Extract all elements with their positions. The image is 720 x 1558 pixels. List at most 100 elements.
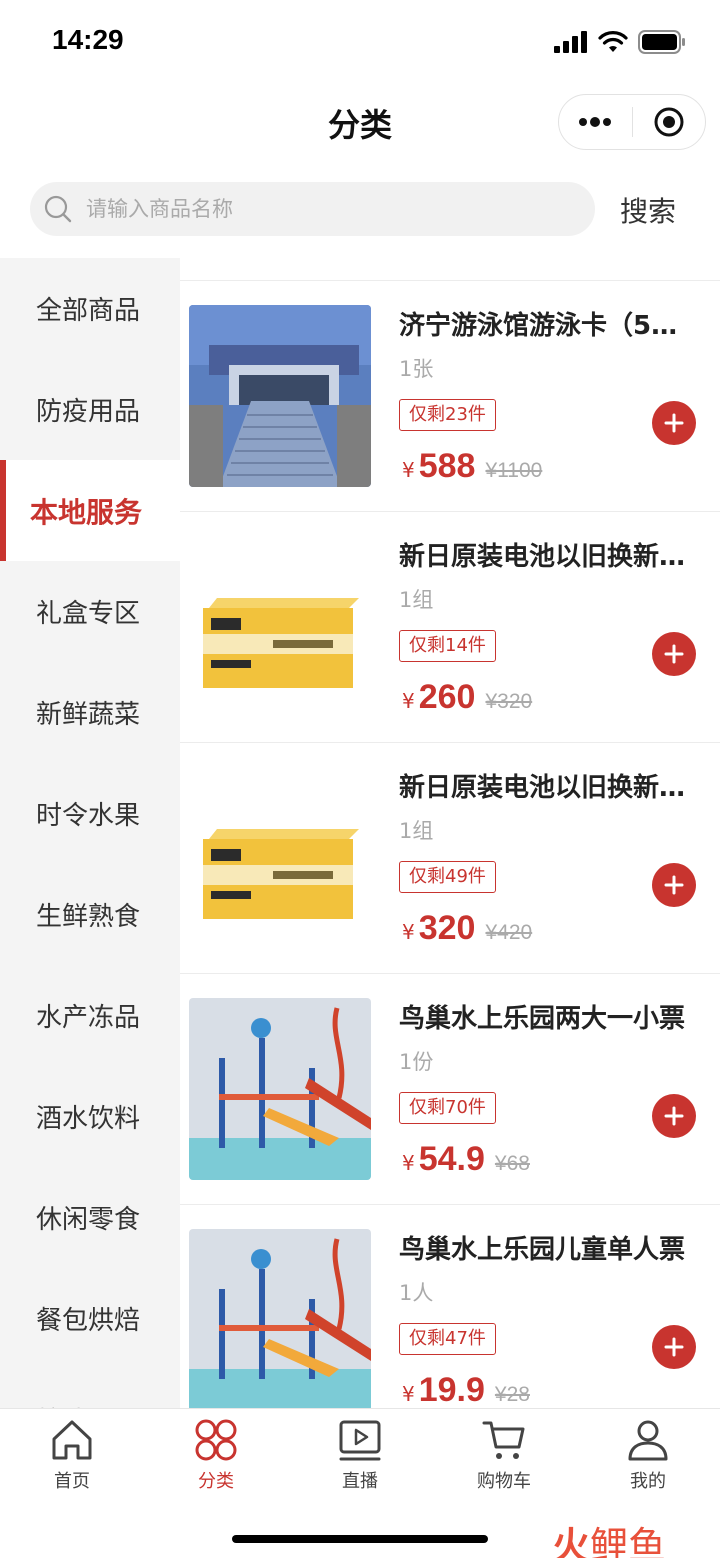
tab-home[interactable]: 首页 [0,1417,144,1507]
product-list: 济宁游泳馆游泳卡（5次卡） 1张 仅剩23件 ¥ 588 ¥1100 新日原装电… [180,280,720,1408]
original-price: ¥28 [494,1383,530,1406]
tab-label: 购物车 [477,1471,531,1492]
product-item[interactable]: 济宁游泳馆游泳卡（5次卡） 1张 仅剩23件 ¥ 588 ¥1100 [180,280,720,511]
product-unit: 1人 [399,1281,434,1305]
search-icon [44,195,72,223]
wifi-icon [598,31,628,52]
watermark-logo: 火 鲤鱼 [552,1515,666,1558]
stock-badge: 仅剩23件 [399,399,496,431]
currency-symbol: ¥ [402,1151,415,1175]
category-icon [195,1419,237,1461]
price-value: 320 [418,909,476,947]
product-image[interactable] [189,767,371,949]
sidebar-item-local-service[interactable]: 本地服务 [0,460,180,561]
product-price: ¥ 19.9 ¥28 [402,1371,530,1408]
plus-icon [664,1106,684,1126]
product-item[interactable]: 新日原装电池以旧换新服务 1组 仅剩49件 ¥ 320 ¥420 [180,742,720,973]
more-button[interactable] [559,94,632,150]
product-item[interactable]: 鸟巢水上乐园儿童单人票 1人 仅剩47件 ¥ 19.9 ¥28 [180,1204,720,1408]
product-name[interactable]: 新日原装电池以旧换新服务 [399,536,699,573]
signal-icon [554,31,587,53]
product-name[interactable]: 鸟巢水上乐园儿童单人票 [399,1229,699,1266]
product-name[interactable]: 济宁游泳馆游泳卡（5次卡） [399,305,699,342]
tab-mine[interactable]: 我的 [576,1417,720,1507]
add-to-cart-button[interactable] [652,632,696,676]
product-price: ¥ 260 ¥320 [402,678,532,717]
sidebar-item-drinks[interactable]: 酒水饮料 [0,1066,180,1167]
sidebar-item-fruits[interactable]: 时令水果 [0,763,180,864]
sidebar-item-gift-box[interactable]: 礼盒专区 [0,561,180,662]
cart-icon [482,1421,525,1459]
tab-label: 分类 [198,1471,234,1492]
watermark-part1: 火 [552,1523,591,1558]
product-image[interactable] [189,305,371,487]
stock-badge: 仅剩47件 [399,1323,496,1355]
product-image[interactable] [189,998,371,1180]
more-dots-icon [579,117,612,127]
search-box [30,182,595,236]
add-to-cart-button[interactable] [652,401,696,445]
currency-symbol: ¥ [402,689,415,713]
sidebar-item-oil-seasoning[interactable]: 粮油调味 [0,1369,180,1408]
battery-icon [638,30,685,54]
currency-symbol: ¥ [402,458,415,482]
product-name[interactable]: 新日原装电池以旧换新服务 [399,767,699,804]
sidebar-item-snacks[interactable]: 休闲零食 [0,1167,180,1268]
home-indicator [232,1535,488,1543]
close-program-button[interactable] [633,94,706,150]
sidebar-item-bakery[interactable]: 餐包烘焙 [0,1268,180,1369]
plus-icon [664,413,684,433]
product-unit: 1组 [399,588,434,612]
product-image[interactable] [189,1229,371,1408]
product-item[interactable]: 新日原装电池以旧换新服务 1组 仅剩14件 ¥ 260 ¥320 [180,511,720,742]
price-value: 260 [418,678,476,716]
price-value: 54.9 [418,1140,485,1178]
add-to-cart-button[interactable] [652,863,696,907]
product-name[interactable]: 鸟巢水上乐园两大一小票 [399,998,699,1035]
price-value: 19.9 [418,1371,485,1408]
original-price: ¥420 [485,921,533,944]
sidebar-item-epidemic[interactable]: 防疫用品 [0,359,180,460]
product-image[interactable] [189,536,371,718]
plus-icon [664,1337,684,1357]
stock-badge: 仅剩14件 [399,630,496,662]
sidebar-item-fresh-food[interactable]: 生鲜熟食 [0,864,180,965]
mini-program-capsule [558,94,706,150]
tab-cart[interactable]: 购物车 [432,1417,576,1507]
plus-icon [664,875,684,895]
tab-label: 我的 [630,1471,666,1492]
home-icon [52,1420,92,1460]
sidebar-item-seafood[interactable]: 水产冻品 [0,965,180,1066]
status-bar: 14:29 [0,0,720,88]
price-value: 588 [418,447,476,485]
target-icon [654,107,684,137]
product-unit: 1份 [399,1050,434,1074]
tab-live[interactable]: 直播 [288,1417,432,1507]
product-price: ¥ 54.9 ¥68 [402,1140,530,1179]
plus-icon [664,644,684,664]
product-item[interactable]: 鸟巢水上乐园两大一小票 1份 仅剩70件 ¥ 54.9 ¥68 [180,973,720,1204]
add-to-cart-button[interactable] [652,1325,696,1369]
stock-badge: 仅剩70件 [399,1092,496,1124]
search-button[interactable]: 搜索 [620,190,676,230]
tab-label: 直播 [342,1471,378,1492]
search-input[interactable] [86,197,546,221]
product-unit: 1组 [399,819,434,843]
original-price: ¥68 [494,1152,530,1175]
watermark-part2: 鲤鱼 [590,1524,667,1558]
currency-symbol: ¥ [402,920,415,944]
category-sidebar: 全部商品 防疫用品 本地服务 礼盒专区 新鲜蔬菜 时令水果 生鲜熟食 水产冻品 … [0,258,180,1408]
product-unit: 1张 [399,357,434,381]
status-time: 14:29 [52,24,124,55]
sidebar-item-all[interactable]: 全部商品 [0,258,180,359]
original-price: ¥320 [485,690,533,713]
status-icons [554,30,686,54]
currency-symbol: ¥ [402,1382,415,1406]
tab-label: 首页 [54,1471,90,1492]
tab-category[interactable]: 分类 [144,1417,288,1507]
live-icon [339,1420,381,1461]
product-price: ¥ 588 ¥1100 [402,447,542,486]
sidebar-item-vegetables[interactable]: 新鲜蔬菜 [0,662,180,763]
product-price: ¥ 320 ¥420 [402,909,532,948]
add-to-cart-button[interactable] [652,1094,696,1138]
